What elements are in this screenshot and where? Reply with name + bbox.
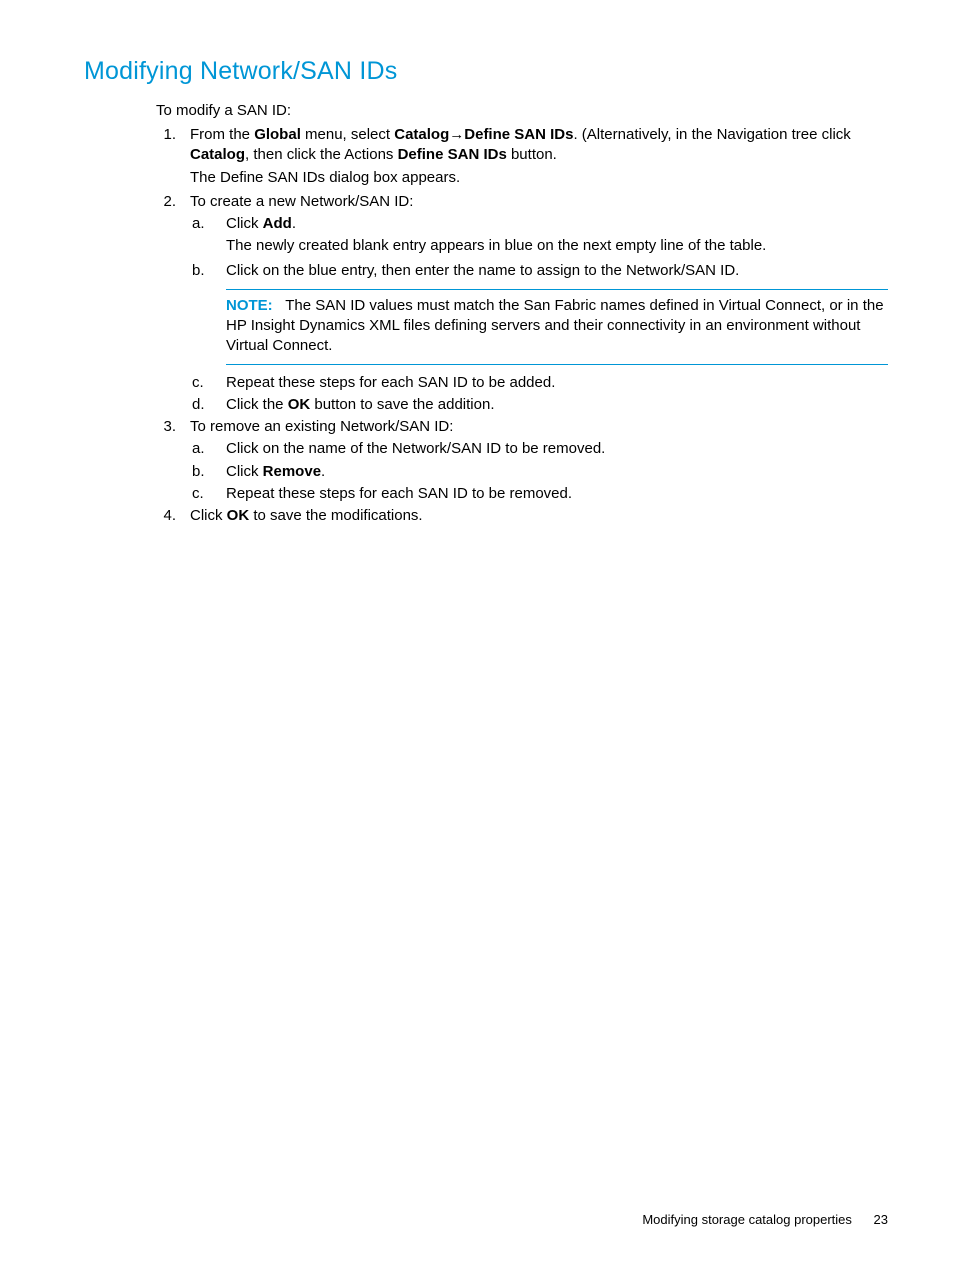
substep-marker: c.: [190, 373, 226, 395]
substep-text: Click on the blue entry, then enter the …: [226, 261, 888, 281]
section-heading: Modifying Network/SAN IDs: [84, 55, 888, 89]
text: button to save the addition.: [310, 396, 494, 413]
text: .: [292, 215, 296, 232]
procedure-list: 1. From the Global menu, select Catalog→…: [156, 125, 888, 528]
bold-text: Catalog: [394, 126, 449, 143]
text: , then click the Actions: [245, 146, 398, 163]
bold-text: OK: [227, 507, 250, 524]
note-box: NOTE: The SAN ID values must match the S…: [226, 289, 888, 365]
bold-text: Catalog: [190, 146, 245, 163]
substep-text: Click Add.: [226, 214, 888, 234]
substep-c: c. Repeat these steps for each SAN ID to…: [190, 484, 888, 506]
substep-b: b. Click Remove.: [190, 462, 888, 484]
step-text: From the Global menu, select Catalog→Def…: [190, 125, 888, 166]
substep-text: Click on the name of the Network/SAN ID …: [226, 439, 888, 459]
substep-text: Repeat these steps for each SAN ID to be…: [226, 484, 888, 504]
text: .: [321, 463, 325, 480]
page: Modifying Network/SAN IDs To modify a SA…: [0, 0, 954, 1271]
substep-marker: c.: [190, 484, 226, 506]
footer-title: Modifying storage catalog properties: [642, 1212, 852, 1227]
text: . (Alternatively, in the Navigation tree…: [573, 126, 850, 143]
substep-marker: d.: [190, 395, 226, 417]
text: menu, select: [301, 126, 394, 143]
page-footer: Modifying storage catalog properties 23: [642, 1211, 888, 1229]
step-3: 3. To remove an existing Network/SAN ID:…: [156, 417, 888, 506]
substep-marker: b.: [190, 462, 226, 484]
step-marker: 3.: [156, 417, 190, 506]
text: From the: [190, 126, 254, 143]
text: Click: [226, 215, 263, 232]
substep-a: a. Click on the name of the Network/SAN …: [190, 439, 888, 461]
bold-text: Define SAN IDs: [398, 146, 507, 163]
note-label: NOTE:: [226, 297, 273, 314]
substep-result: The newly created blank entry appears in…: [226, 236, 888, 256]
bold-text: Global: [254, 126, 301, 143]
text: button.: [507, 146, 557, 163]
substep-list: a. Click Add. The newly created blank en…: [190, 214, 888, 417]
substep-a: a. Click Add. The newly created blank en…: [190, 214, 888, 261]
substep-text: Repeat these steps for each SAN ID to be…: [226, 373, 888, 393]
step-4: 4. Click OK to save the modifications.: [156, 506, 888, 528]
substep-marker: a.: [190, 439, 226, 461]
arrow-icon: →: [449, 126, 464, 143]
intro-text: To modify a SAN ID:: [156, 101, 888, 121]
bold-text: OK: [288, 396, 311, 413]
step-marker: 2.: [156, 192, 190, 417]
step-text: Click OK to save the modifications.: [190, 506, 888, 526]
text: Click the: [226, 396, 288, 413]
text: Click: [226, 463, 263, 480]
step-text: To remove an existing Network/SAN ID:: [190, 417, 888, 437]
note-text: The SAN ID values must match the San Fab…: [226, 297, 884, 355]
step-marker: 1.: [156, 125, 190, 192]
substep-marker: a.: [190, 214, 226, 261]
step-1: 1. From the Global menu, select Catalog→…: [156, 125, 888, 192]
substep-b: b. Click on the blue entry, then enter t…: [190, 261, 888, 373]
step-result: The Define SAN IDs dialog box appears.: [190, 168, 888, 188]
text: Click: [190, 507, 227, 524]
substep-list: a. Click on the name of the Network/SAN …: [190, 439, 888, 506]
page-number: 23: [874, 1212, 888, 1227]
bold-text: Add: [263, 215, 292, 232]
step-text: To create a new Network/SAN ID:: [190, 192, 888, 212]
bold-text: Define SAN IDs: [464, 126, 573, 143]
step-marker: 4.: [156, 506, 190, 528]
step-2: 2. To create a new Network/SAN ID: a. Cl…: [156, 192, 888, 417]
substep-d: d. Click the OK button to save the addit…: [190, 395, 888, 417]
substep-marker: b.: [190, 261, 226, 373]
substep-text: Click Remove.: [226, 462, 888, 482]
bold-text: Remove: [263, 463, 321, 480]
text: to save the modifications.: [249, 507, 422, 524]
substep-text: Click the OK button to save the addition…: [226, 395, 888, 415]
substep-c: c. Repeat these steps for each SAN ID to…: [190, 373, 888, 395]
